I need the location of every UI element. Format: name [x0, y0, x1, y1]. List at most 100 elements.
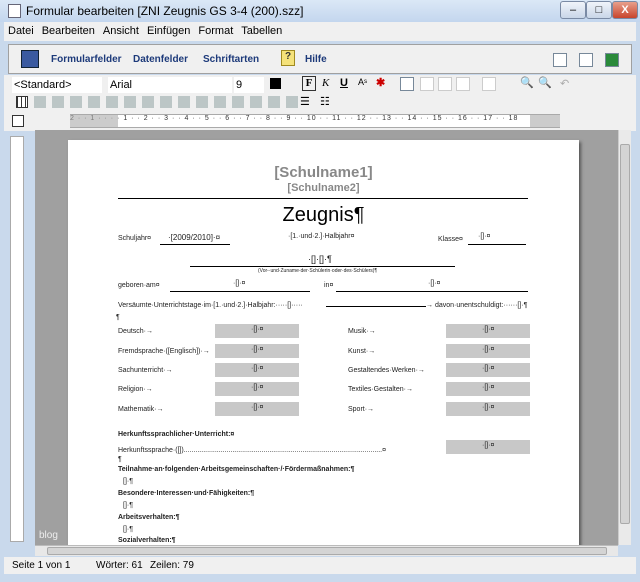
status-words: Wörter: 61 [96, 560, 143, 571]
sozialverhalten-heading: Sozialverhalten:¶ [118, 537, 176, 544]
horizontal-ruler[interactable]: 2 · · 1 · · · · 1 · · 2 · · 3 · · 4 · · … [70, 114, 560, 128]
schriftarten-button[interactable]: Schriftarten [203, 54, 259, 65]
help-icon[interactable]: ? [281, 50, 295, 66]
insert-table-icon[interactable] [16, 96, 28, 108]
menu-tabellen[interactable]: Tabellen [237, 22, 286, 37]
zoom-in-icon[interactable]: 🔍 [520, 76, 534, 89]
subject-religion: Religion·→ [118, 386, 153, 393]
ruler-margin-left [70, 114, 118, 128]
subject-mathematik: Mathematik·→ [118, 406, 164, 413]
underline-button[interactable]: U [340, 77, 348, 89]
halbjahr-field[interactable]: ·[1.·und·2.]·Halbjahr¤ [288, 233, 355, 240]
versaeumt-label: Versäumte·Unterrichtstage·im·[1.·und·2.]… [118, 302, 303, 309]
grade-field[interactable]: ·[]·¤ [446, 344, 530, 358]
window-title: Formular bearbeiten [ZNI Zeugnis GS 3-4 … [26, 4, 304, 18]
scroll-thumb[interactable] [620, 144, 630, 524]
geburtsort-field[interactable]: ·[]·¤ [428, 280, 440, 287]
underline [336, 291, 528, 292]
exit-icon[interactable] [605, 53, 619, 67]
grade-field[interactable]: ·[]·¤ [215, 382, 299, 396]
subject-musik: Musik·→ [348, 328, 376, 335]
close-button[interactable]: X [612, 1, 638, 19]
document-area[interactable]: [Schulname1] [Schulname2] Zeugnis¶ Schul… [35, 130, 618, 545]
underline [468, 244, 526, 245]
save-icon[interactable] [21, 50, 39, 68]
pilcrow: ¶ [118, 456, 122, 463]
status-lines: Zeilen: 79 [150, 560, 194, 571]
app-icon [8, 4, 21, 18]
teilnahme-field[interactable]: []·¶ [123, 478, 133, 485]
schuljahr-field[interactable]: ·[2009/2010]·¤ [168, 233, 220, 242]
klasse-label: Klasse¤ [438, 236, 463, 243]
menu-ansicht[interactable]: Ansicht [99, 22, 143, 37]
justify-icon[interactable] [438, 77, 452, 91]
menu-bearbeiten[interactable]: Bearbeiten [38, 22, 99, 37]
divider [118, 198, 528, 199]
geboren-field[interactable]: ·[]·¤ [233, 280, 245, 287]
klasse-field[interactable]: ·[]·¤ [478, 233, 490, 240]
student-name-field[interactable]: ·[]·[]·¶ [308, 254, 332, 264]
align-right-icon[interactable] [456, 77, 470, 91]
arbeitsverhalten-heading: Arbeitsverhalten:¶ [118, 514, 180, 521]
grade-field[interactable]: ·[]·¤ [215, 402, 299, 416]
strikethrough-icon[interactable]: ✱ [376, 76, 385, 89]
underline [190, 266, 455, 267]
maximize-button[interactable]: □ [586, 1, 612, 19]
title-bar: Formular bearbeiten [ZNI Zeugnis GS 3-4 … [0, 0, 640, 22]
schulname1: [Schulname1] [274, 164, 373, 181]
status-bar: Seite 1 von 1 Wörter: 61 Zeilen: 79 [4, 557, 636, 574]
hilfe-button[interactable]: Hilfe [305, 54, 327, 65]
form-view-icon[interactable] [579, 53, 593, 67]
besondere-field[interactable]: []·¶ [123, 502, 133, 509]
menu-bar: Datei Bearbeiten Ansicht Einfügen Format Tabe… [4, 22, 636, 41]
document-page[interactable]: [Schulname1] [Schulname2] Zeugnis¶ Schul… [68, 140, 579, 545]
vertical-scrollbar[interactable] [618, 130, 631, 545]
grade-field[interactable]: ·[]·¤ [215, 324, 299, 338]
menu-einfuegen[interactable]: Einfügen [143, 22, 194, 37]
grade-field[interactable]: ·[]·¤ [446, 382, 530, 396]
geboren-label: geboren·am¤ [118, 282, 160, 289]
horizontal-scrollbar[interactable] [35, 545, 618, 556]
underline [170, 291, 310, 292]
subject-deutsch: Deutsch·→ [118, 328, 154, 335]
bullet-list-icon[interactable]: ☰ [300, 95, 310, 108]
zoom-out-icon[interactable]: 🔍 [538, 76, 552, 89]
tab-stop-icon[interactable] [12, 115, 24, 127]
teilnahme-heading: Teilnahme·an·folgenden·Arbeitsgemeinscha… [118, 466, 355, 473]
font-select[interactable]: Arial [108, 77, 232, 93]
schuljahr-label: Schuljahr¤ [118, 235, 152, 242]
numbered-list-icon[interactable]: ☷ [320, 95, 330, 108]
scroll-thumb[interactable] [47, 547, 607, 555]
subject-kunst: Kunst·→ [348, 348, 376, 355]
page-icon[interactable] [482, 77, 496, 91]
pilcrow: ¶ [116, 314, 120, 321]
grade-field[interactable]: ·[]·¤ [215, 344, 299, 358]
menu-datei[interactable]: Datei [4, 22, 38, 37]
style-select[interactable]: <Standard> [12, 77, 102, 93]
arbeitsverhalten-field[interactable]: []·¶ [123, 526, 133, 533]
page-view-icon[interactable] [553, 53, 567, 67]
grade-field[interactable]: ·[]·¤ [446, 402, 530, 416]
table-tools-icons[interactable] [34, 96, 304, 108]
font-size-select[interactable]: 9 [234, 77, 264, 93]
vertical-ruler [10, 136, 24, 542]
subject-textiles: Textiles·Gestalten·→ [348, 386, 413, 393]
italic-button[interactable]: K [322, 77, 329, 89]
grade-field[interactable]: ·[]·¤ [446, 324, 530, 338]
grade-field[interactable]: ·[]·¤ [215, 363, 299, 377]
menu-format[interactable]: Format [194, 22, 237, 37]
undo-icon[interactable]: ↶ [560, 77, 569, 90]
name-caption: (Vor-·und·Zuname·der·Schülerin·oder·des·… [258, 268, 378, 274]
font-color-icon[interactable] [270, 78, 281, 89]
superscript-button[interactable]: Aˢ [358, 77, 367, 87]
datenfelder-button[interactable]: Datenfelder [133, 54, 188, 65]
bold-button[interactable]: F [302, 76, 316, 91]
besondere-heading: Besondere·Interessen·und·Fähigkeiten:¶ [118, 490, 255, 497]
grade-field[interactable]: ·[]·¤ [446, 363, 530, 377]
align-left-icon[interactable] [400, 77, 414, 91]
herkunft-grade-field[interactable]: ·[]·¤ [446, 440, 530, 454]
align-center-icon[interactable] [420, 77, 434, 91]
minimize-button[interactable]: – [560, 1, 586, 19]
ruler-margin-right [530, 114, 560, 128]
formularfelder-button[interactable]: Formularfelder [51, 54, 122, 65]
